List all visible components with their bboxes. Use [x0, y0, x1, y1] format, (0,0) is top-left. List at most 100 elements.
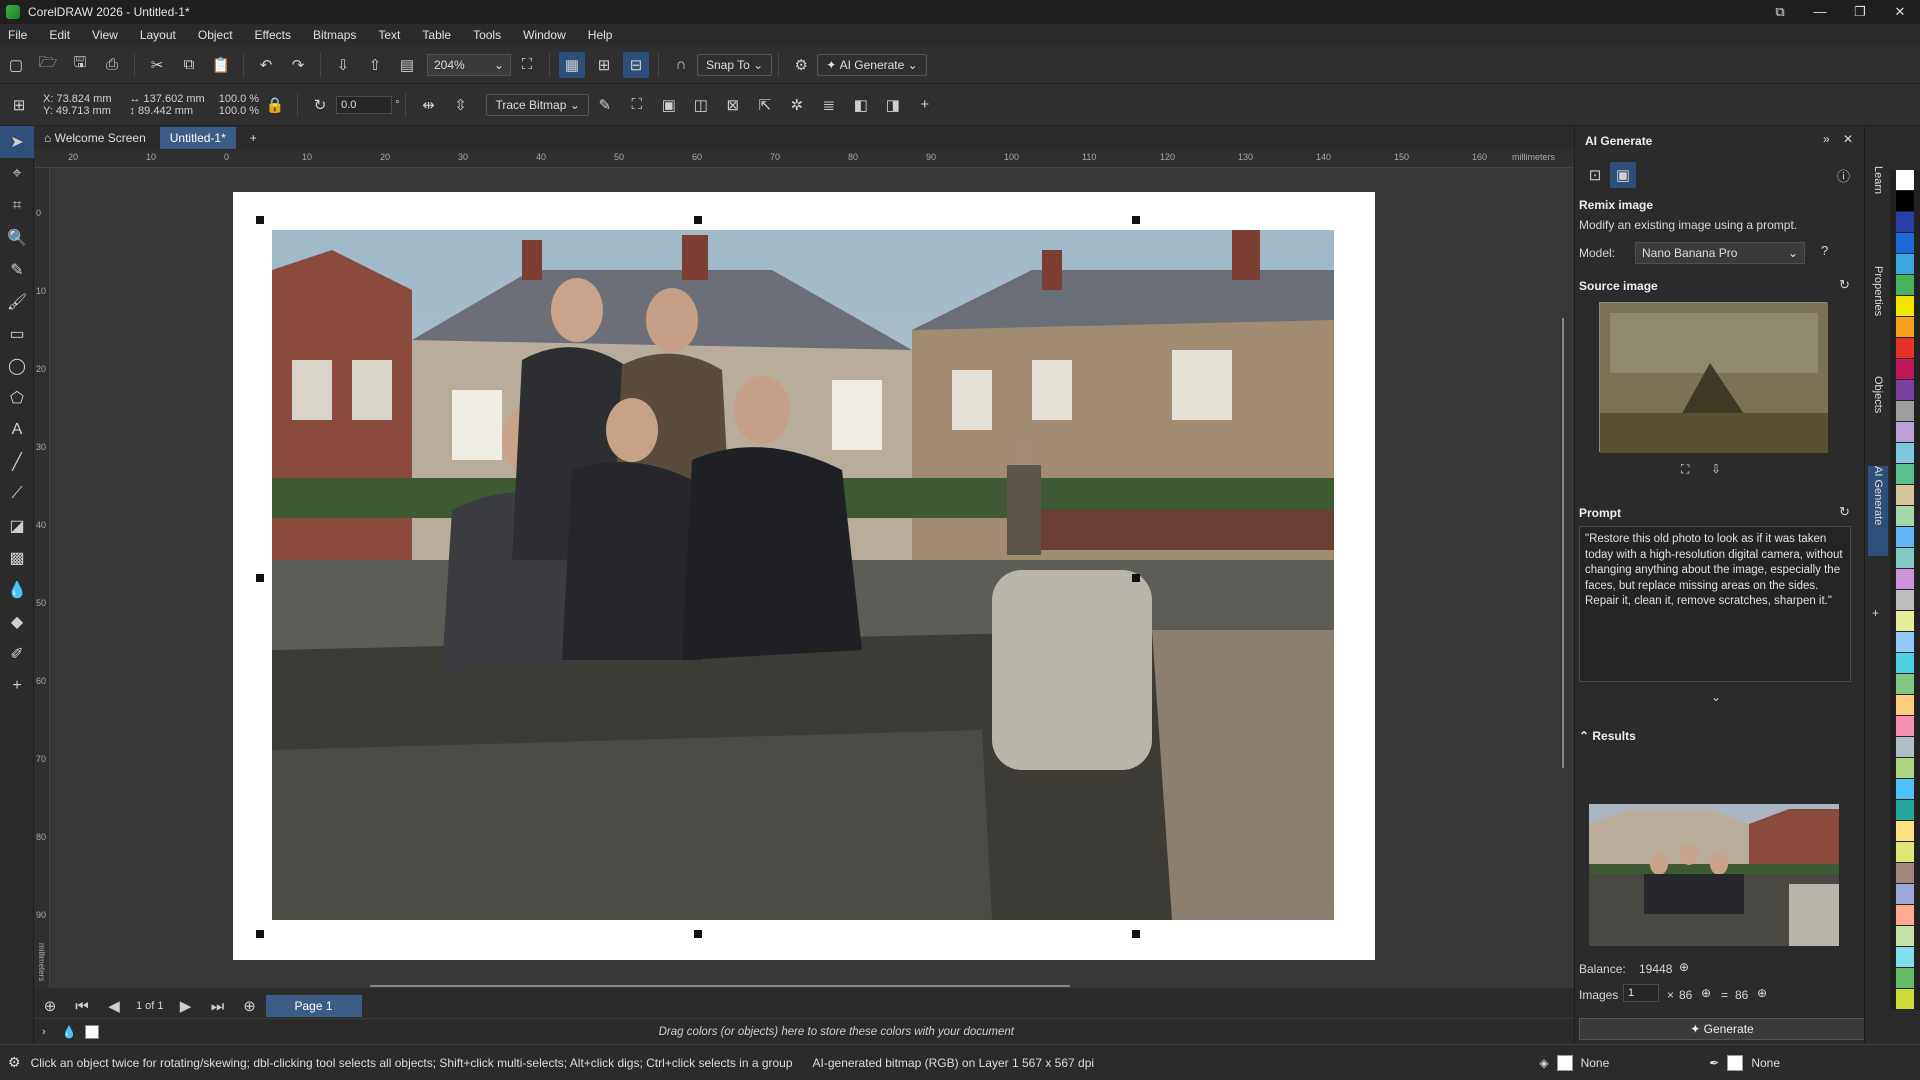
shadow-tool-icon[interactable]: ◪ — [0, 510, 34, 542]
prev-page-icon[interactable]: ◀ — [101, 993, 127, 1019]
color-swatch[interactable] — [1896, 842, 1914, 862]
color-swatch[interactable] — [1896, 590, 1914, 610]
new-tab-button[interactable]: + — [240, 127, 267, 149]
snap-to-dropdown[interactable]: Snap To ⌄ — [697, 53, 773, 76]
to-back-icon[interactable]: ◨ — [880, 92, 906, 118]
undo-icon[interactable]: ↶ — [253, 52, 279, 78]
menu-object[interactable]: Object — [198, 28, 233, 42]
shape-tool-icon[interactable]: ⌖ — [0, 158, 34, 190]
selection-handle[interactable] — [694, 930, 702, 938]
tab-learn[interactable]: Learn — [1868, 166, 1888, 226]
menu-edit[interactable]: Edit — [49, 28, 70, 42]
open-icon[interactable]: 🗁 — [35, 52, 61, 78]
fill-swatch[interactable] — [1556, 1054, 1573, 1071]
ai-generate-dropdown[interactable]: ✦ AI Generate ⌄ — [817, 53, 927, 76]
selection-handle[interactable] — [1132, 574, 1140, 582]
add-docker-icon[interactable]: + — [1872, 606, 1879, 620]
remix-image-icon[interactable]: ▣ — [1610, 162, 1636, 188]
menu-table[interactable]: Table — [422, 28, 451, 42]
horizontal-ruler[interactable]: 20 10 0 10 20 30 40 50 60 70 80 90 100 1… — [34, 150, 1574, 168]
reset-source-icon[interactable]: ↻ — [1839, 277, 1850, 293]
color-swatch[interactable] — [1896, 779, 1914, 799]
color-swatch[interactable] — [1896, 569, 1914, 589]
outline-swatch[interactable] — [1727, 1054, 1744, 1071]
color-swatch[interactable] — [1896, 926, 1914, 946]
grid-icon[interactable]: ⊞ — [591, 52, 617, 78]
color-swatch[interactable] — [1896, 905, 1914, 925]
menu-bitmaps[interactable]: Bitmaps — [313, 28, 356, 42]
color-swatch[interactable] — [1896, 527, 1914, 547]
results-label[interactable]: ⌃ Results — [1579, 729, 1636, 743]
settings-gear-icon[interactable]: ⚙ — [8, 1054, 21, 1071]
y-position-field[interactable]: Y: 49.713 mm — [43, 105, 111, 117]
smart-fill-icon[interactable]: ✐ — [0, 638, 34, 670]
help-icon[interactable]: ? — [1821, 243, 1828, 258]
zoom-tool-icon[interactable]: 🔍 — [0, 222, 34, 254]
zoom-dropdown[interactable]: 204% ⌄ — [427, 53, 511, 76]
color-swatch[interactable] — [1896, 233, 1914, 253]
ai-upscale-icon[interactable]: ⇱ — [752, 92, 778, 118]
color-swatch[interactable] — [1896, 275, 1914, 295]
expand-arrow-icon[interactable]: › — [42, 1026, 46, 1038]
selection-handle[interactable] — [256, 574, 264, 582]
bitmap-mask-icon[interactable]: ◫ — [688, 92, 714, 118]
maximize-button[interactable]: ❐ — [1840, 0, 1880, 24]
remove-background-icon[interactable]: ⊠ — [720, 92, 746, 118]
mirror-vertical-icon[interactable]: ⇳ — [447, 92, 473, 118]
info-icon[interactable]: ⓘ — [1837, 166, 1850, 185]
expand-prompt-icon[interactable]: ⌄ — [1711, 690, 1721, 704]
color-swatch[interactable] — [1896, 611, 1914, 631]
menu-view[interactable]: View — [92, 28, 118, 42]
scale-height-field[interactable]: 100.0 % — [219, 105, 259, 117]
guidelines-icon[interactable]: ⊟ — [623, 51, 649, 78]
add-icon[interactable]: + — [912, 92, 938, 118]
reset-prompt-icon[interactable]: ↻ — [1839, 504, 1850, 520]
menu-file[interactable]: File — [8, 28, 27, 42]
eyedropper-icon[interactable]: 💧 — [62, 1025, 77, 1039]
color-swatch[interactable] — [1896, 338, 1914, 358]
fill-tool-icon[interactable]: ◆ — [0, 606, 34, 638]
publish-icon[interactable]: ▤ — [394, 52, 420, 78]
wrap-text-icon[interactable]: ≣ — [816, 92, 842, 118]
color-swatch[interactable] — [1896, 800, 1914, 820]
color-swatch[interactable] — [1896, 653, 1914, 673]
menu-window[interactable]: Window — [523, 28, 566, 42]
ai-effects-icon[interactable]: ✲ — [784, 92, 810, 118]
color-swatch[interactable] — [1896, 506, 1914, 526]
selection-handle[interactable] — [1132, 930, 1140, 938]
images-count-stepper[interactable]: 1 — [1623, 984, 1659, 1002]
result-thumbnail[interactable] — [1589, 804, 1839, 946]
transparency-tool-icon[interactable]: ▩ — [0, 542, 34, 574]
new-document-icon[interactable]: ▢ — [3, 52, 29, 78]
tab-untitled-1[interactable]: Untitled-1* — [159, 127, 236, 149]
color-swatch[interactable] — [1896, 422, 1914, 442]
import-icon[interactable]: ⇩ — [330, 52, 356, 78]
color-swatch[interactable] — [1896, 296, 1914, 316]
color-swatch[interactable] — [1896, 359, 1914, 379]
color-swatch[interactable] — [1896, 401, 1914, 421]
menu-layout[interactable]: Layout — [140, 28, 176, 42]
save-icon[interactable]: 🖫 — [67, 52, 93, 78]
scale-width-field[interactable]: 100.0 % — [219, 93, 259, 105]
tab-properties[interactable]: Properties — [1868, 266, 1888, 346]
bitmap-edit-icon[interactable]: ✎ — [592, 92, 618, 118]
color-swatch[interactable] — [1896, 212, 1914, 232]
color-swatch[interactable] — [1896, 317, 1914, 337]
trace-bitmap-dropdown[interactable]: Trace Bitmap ⌄ — [486, 93, 589, 116]
export-icon[interactable]: ⇧ — [362, 52, 388, 78]
resample-icon[interactable]: ▣ — [656, 92, 682, 118]
vertical-scrollbar[interactable] — [1562, 318, 1564, 768]
to-front-icon[interactable]: ◧ — [848, 92, 874, 118]
prompt-textarea[interactable]: "Restore this old photo to look as if it… — [1579, 526, 1851, 682]
add-page-before-icon[interactable]: ⊕ — [37, 993, 63, 1019]
color-swatch[interactable] — [1896, 485, 1914, 505]
page[interactable] — [233, 192, 1375, 960]
color-swatch[interactable] — [1896, 968, 1914, 988]
close-button[interactable]: ✕ — [1880, 0, 1920, 24]
rotation-field[interactable]: 0.0 — [336, 95, 393, 114]
color-swatch[interactable] — [1896, 884, 1914, 904]
menu-tools[interactable]: Tools — [473, 28, 501, 42]
model-dropdown[interactable]: Nano Banana Pro ⌄ — [1635, 242, 1805, 264]
restore-layout-icon[interactable]: ⧉ — [1760, 0, 1800, 24]
close-panel-icon[interactable]: ✕ — [1843, 132, 1853, 146]
